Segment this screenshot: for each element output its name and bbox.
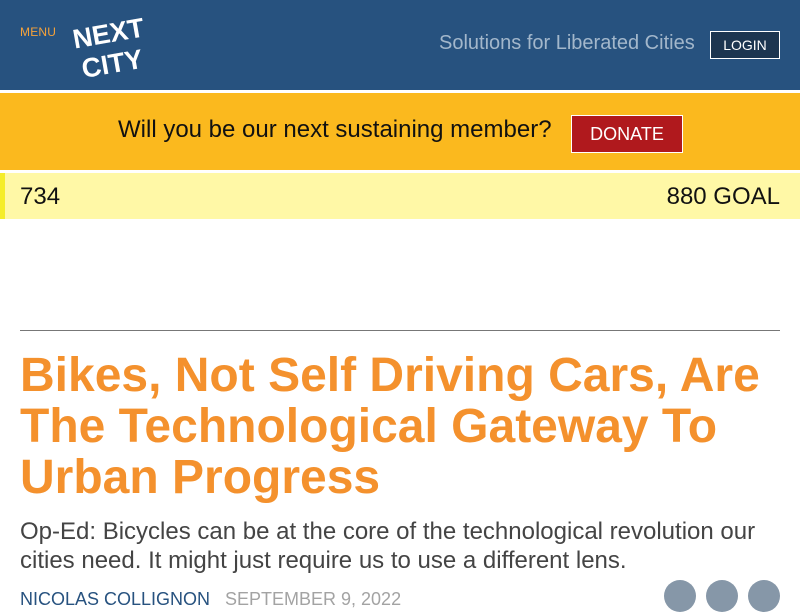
- share-icon[interactable]: [706, 580, 738, 612]
- site-tagline: Solutions for Liberated Cities: [439, 32, 695, 54]
- article-divider: [20, 330, 780, 331]
- donate-button[interactable]: DONATE: [571, 115, 683, 153]
- site-header: MENU NEXT CITY Solutions for Liberated C…: [0, 0, 800, 90]
- current-member-count: 734: [20, 183, 61, 210]
- menu-button[interactable]: MENU: [20, 25, 56, 39]
- donation-prompt: Will you be our next sustaining member?: [118, 116, 552, 143]
- member-goal: 880 GOAL: [666, 183, 780, 210]
- article-headline: Bikes, Not Self Driving Cars, Are The Te…: [20, 349, 760, 504]
- login-button[interactable]: LOGIN: [710, 31, 780, 59]
- goal-progress-fill: [0, 173, 5, 219]
- article-dek: Op-Ed: Bicycles can be at the core of th…: [20, 518, 756, 574]
- next-city-logo[interactable]: NEXT CITY: [72, 12, 152, 78]
- share-icon[interactable]: [748, 580, 780, 612]
- share-icon[interactable]: [664, 580, 696, 612]
